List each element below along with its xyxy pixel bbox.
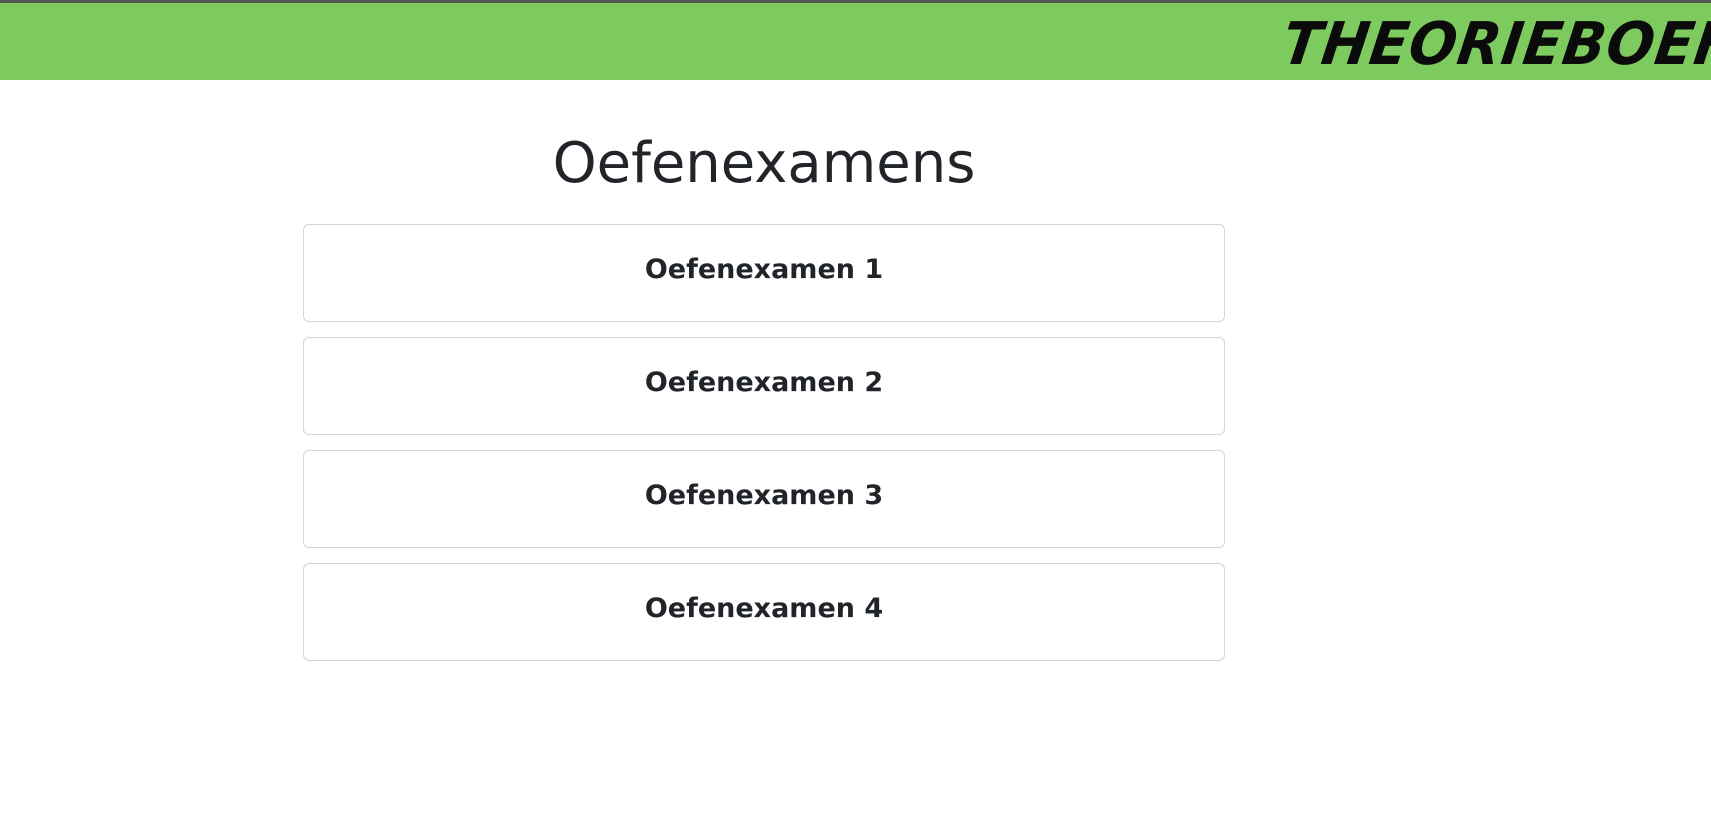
header-bar: THEORIEBOEF: [0, 0, 1711, 80]
exam-card-4[interactable]: Oefenexamen 4: [303, 563, 1225, 661]
exam-card-label: Oefenexamen 2: [644, 366, 884, 398]
exam-card-label: Oefenexamen 1: [644, 253, 884, 285]
main-content: Oefenexamens Oefenexamen 1 Oefenexamen 2…: [303, 80, 1225, 676]
exam-card-label: Oefenexamen 4: [644, 592, 884, 624]
exam-card-3[interactable]: Oefenexamen 3: [303, 450, 1225, 548]
theorieboef-logo[interactable]: THEORIEBOEF: [1273, 6, 1711, 83]
exam-list: Oefenexamen 1 Oefenexamen 2 Oefenexamen …: [303, 224, 1225, 661]
logo-text: THEORIEBOEF: [1278, 10, 1711, 79]
exam-card-label: Oefenexamen 3: [644, 479, 884, 511]
exam-card-2[interactable]: Oefenexamen 2: [303, 337, 1225, 435]
exam-card-1[interactable]: Oefenexamen 1: [303, 224, 1225, 322]
page-title: Oefenexamens: [552, 131, 976, 196]
